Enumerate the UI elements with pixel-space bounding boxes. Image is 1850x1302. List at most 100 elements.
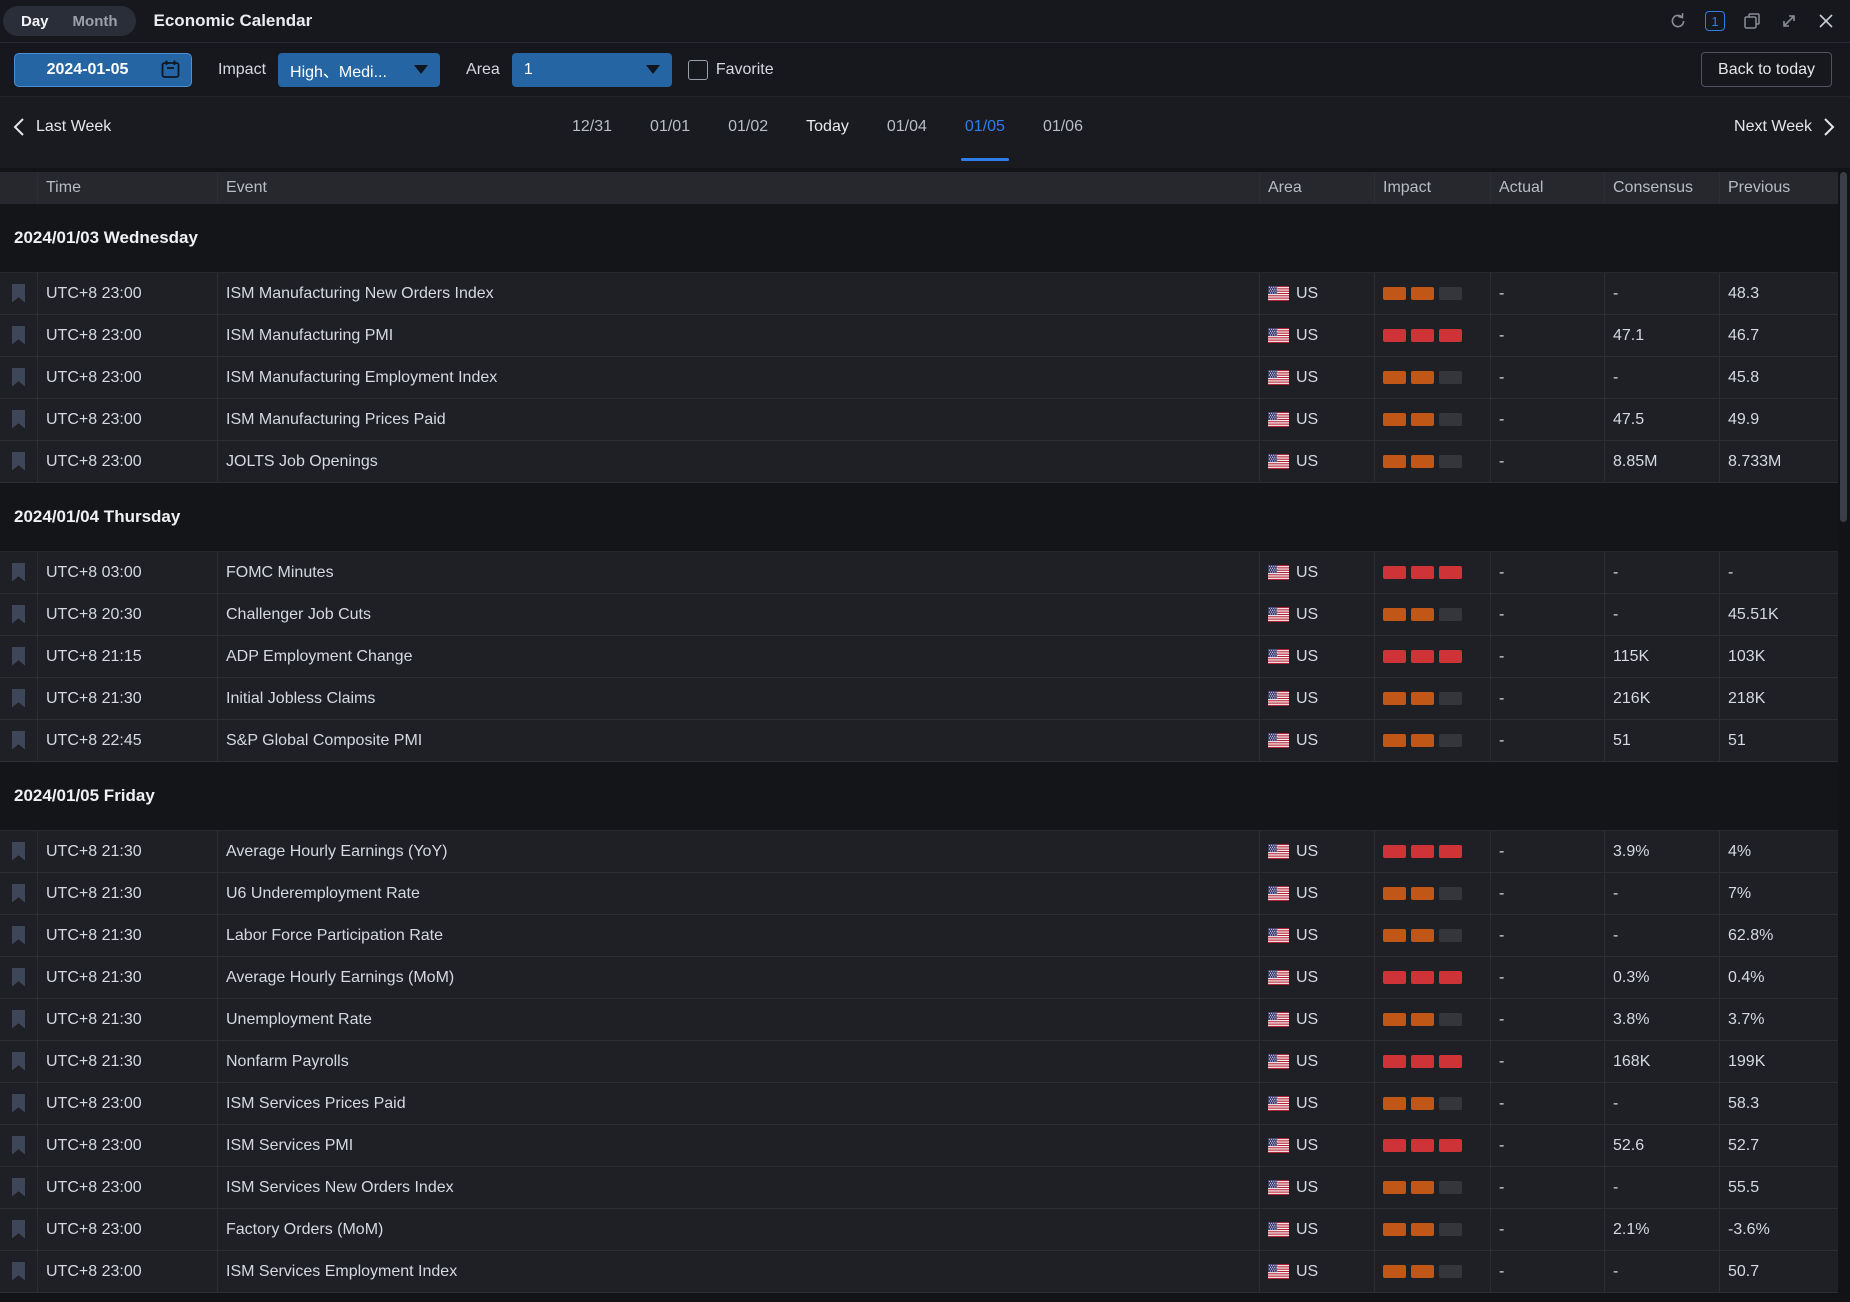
bookmark-icon[interactable]: [11, 1262, 26, 1281]
panel-count-badge[interactable]: 1: [1705, 11, 1725, 31]
bookmark-icon[interactable]: [11, 452, 26, 471]
table-row[interactable]: UTC+8 23:00ISM Services PMIUS-52.652.7: [0, 1125, 1838, 1167]
impact-medium: [1383, 1265, 1462, 1278]
bookmark-cell[interactable]: [0, 957, 38, 998]
table-row[interactable]: UTC+8 03:00FOMC MinutesUS---: [0, 552, 1838, 594]
table-row[interactable]: UTC+8 21:30U6 Underemployment RateUS--7%: [0, 873, 1838, 915]
table-row[interactable]: UTC+8 21:30Initial Jobless ClaimsUS-216K…: [0, 678, 1838, 720]
date-picker[interactable]: 2024-01-05: [14, 53, 192, 87]
time-cell: UTC+8 23:00: [38, 273, 218, 314]
bookmark-icon[interactable]: [11, 1178, 26, 1197]
bookmark-icon[interactable]: [11, 1052, 26, 1071]
bookmark-cell[interactable]: [0, 1167, 38, 1208]
table-row[interactable]: UTC+8 23:00ISM Services Prices PaidUS--5…: [0, 1083, 1838, 1125]
table-row[interactable]: UTC+8 21:30Labor Force Participation Rat…: [0, 915, 1838, 957]
day-tab-01-02[interactable]: 01/02: [726, 114, 770, 140]
table-row[interactable]: UTC+8 23:00ISM Manufacturing New Orders …: [0, 273, 1838, 315]
table-row[interactable]: UTC+8 23:00ISM Services Employment Index…: [0, 1251, 1838, 1293]
bookmark-cell[interactable]: [0, 1041, 38, 1082]
table-row[interactable]: UTC+8 21:30Unemployment RateUS-3.8%3.7%: [0, 999, 1838, 1041]
bookmark-icon[interactable]: [11, 284, 26, 303]
expand-icon[interactable]: [1779, 11, 1799, 31]
bookmark-icon[interactable]: [11, 326, 26, 345]
bookmark-icon[interactable]: [11, 968, 26, 987]
bookmark-cell[interactable]: [0, 399, 38, 440]
day-tab-01-06[interactable]: 01/06: [1041, 114, 1085, 140]
bookmark-icon[interactable]: [11, 368, 26, 387]
table-row[interactable]: UTC+8 22:45S&P Global Composite PMIUS-51…: [0, 720, 1838, 762]
bookmark-icon[interactable]: [11, 884, 26, 903]
bookmark-cell[interactable]: [0, 1125, 38, 1166]
column-header-previous: Previous: [1720, 172, 1838, 204]
event-cell: U6 Underemployment Rate: [218, 873, 1260, 914]
bookmark-cell[interactable]: [0, 720, 38, 761]
bookmark-icon[interactable]: [11, 1136, 26, 1155]
bookmark-cell[interactable]: [0, 273, 38, 314]
bookmark-cell[interactable]: [0, 915, 38, 956]
bookmark-icon[interactable]: [11, 605, 26, 624]
bookmark-cell[interactable]: [0, 1083, 38, 1124]
day-tab-01-05[interactable]: 01/05: [963, 114, 1007, 140]
tab-month[interactable]: Month: [61, 13, 130, 30]
bookmark-cell[interactable]: [0, 357, 38, 398]
bookmark-icon[interactable]: [11, 1220, 26, 1239]
event-cell: ISM Manufacturing New Orders Index: [218, 273, 1260, 314]
day-tab-12-31[interactable]: 12/31: [570, 114, 614, 140]
table-row[interactable]: UTC+8 23:00Factory Orders (MoM)US-2.1%-3…: [0, 1209, 1838, 1251]
close-icon[interactable]: [1816, 11, 1836, 31]
day-tab-01-01[interactable]: 01/01: [648, 114, 692, 140]
area-select[interactable]: 1: [512, 53, 672, 87]
table-row[interactable]: UTC+8 21:30Average Hourly Earnings (YoY)…: [0, 831, 1838, 873]
bookmark-cell[interactable]: [0, 999, 38, 1040]
impact-medium: [1383, 1013, 1462, 1026]
day-tab-01-04[interactable]: 01/04: [885, 114, 929, 140]
impact-select[interactable]: High、Medi...: [278, 53, 440, 87]
bookmark-cell[interactable]: [0, 678, 38, 719]
table-row[interactable]: UTC+8 21:30Average Hourly Earnings (MoM)…: [0, 957, 1838, 999]
bookmark-cell[interactable]: [0, 831, 38, 872]
bookmark-cell[interactable]: [0, 1209, 38, 1250]
bookmark-cell[interactable]: [0, 636, 38, 677]
bookmark-icon[interactable]: [11, 926, 26, 945]
bookmark-cell[interactable]: [0, 594, 38, 635]
us-flag-icon: [1268, 454, 1289, 469]
actual-cell: -: [1491, 873, 1605, 914]
bookmark-icon[interactable]: [11, 410, 26, 429]
bookmark-icon[interactable]: [11, 842, 26, 861]
bookmark-cell[interactable]: [0, 315, 38, 356]
table-row[interactable]: UTC+8 23:00ISM Manufacturing Employment …: [0, 357, 1838, 399]
tab-day[interactable]: Day: [9, 13, 61, 30]
day-tab-today[interactable]: Today: [804, 114, 851, 140]
bookmark-cell[interactable]: [0, 873, 38, 914]
table-row[interactable]: UTC+8 21:30Nonfarm PayrollsUS-168K199K: [0, 1041, 1838, 1083]
bookmark-icon[interactable]: [11, 563, 26, 582]
chevron-right-icon: [1822, 117, 1836, 137]
time-cell: UTC+8 21:30: [38, 915, 218, 956]
bookmark-icon[interactable]: [11, 1010, 26, 1029]
table-row[interactable]: UTC+8 23:00ISM Manufacturing PMIUS-47.14…: [0, 315, 1838, 357]
consensus-cell: 2.1%: [1605, 1209, 1720, 1250]
bookmark-icon[interactable]: [11, 689, 26, 708]
scrollbar[interactable]: [1840, 172, 1847, 522]
table-row[interactable]: UTC+8 23:00JOLTS Job OpeningsUS-8.85M8.7…: [0, 441, 1838, 483]
copy-icon[interactable]: [1742, 11, 1762, 31]
back-to-today-button[interactable]: Back to today: [1701, 52, 1832, 87]
table-row[interactable]: UTC+8 21:15ADP Employment ChangeUS-115K1…: [0, 636, 1838, 678]
favorite-checkbox[interactable]: [688, 60, 708, 80]
next-week-button[interactable]: Next Week: [1734, 97, 1836, 157]
bookmark-cell[interactable]: [0, 552, 38, 593]
table-row[interactable]: UTC+8 23:00ISM Services New Orders Index…: [0, 1167, 1838, 1209]
bookmark-icon[interactable]: [11, 647, 26, 666]
refresh-icon[interactable]: [1668, 11, 1688, 31]
table-row[interactable]: UTC+8 23:00ISM Manufacturing Prices Paid…: [0, 399, 1838, 441]
us-flag-icon: [1268, 370, 1289, 385]
last-week-button[interactable]: Last Week: [12, 97, 111, 157]
bookmark-cell[interactable]: [0, 441, 38, 482]
table-row[interactable]: UTC+8 20:30Challenger Job CutsUS--45.51K: [0, 594, 1838, 636]
bookmark-icon[interactable]: [11, 731, 26, 750]
bookmark-cell[interactable]: [0, 1251, 38, 1292]
time-cell: UTC+8 21:30: [38, 999, 218, 1040]
bookmark-icon[interactable]: [11, 1094, 26, 1113]
calendar-icon[interactable]: [160, 59, 181, 80]
favorite-label: Favorite: [716, 61, 774, 79]
